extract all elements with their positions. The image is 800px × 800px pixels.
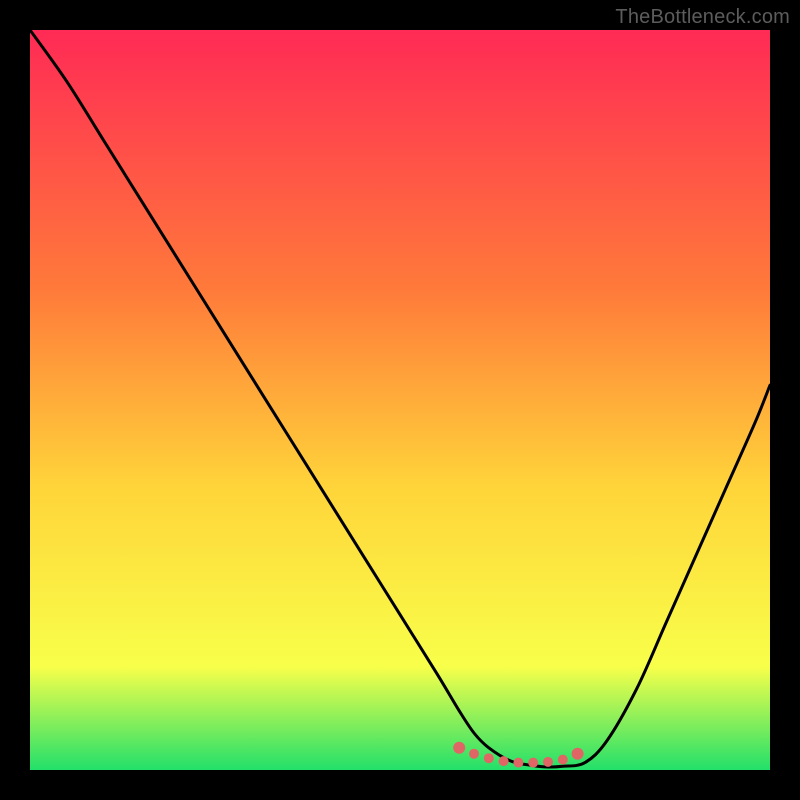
optimal-marker bbox=[543, 757, 553, 767]
gradient-bg bbox=[30, 30, 770, 770]
optimal-marker bbox=[528, 758, 538, 768]
optimal-marker bbox=[572, 748, 584, 760]
watermark-text: TheBottleneck.com bbox=[615, 6, 790, 29]
optimal-marker bbox=[499, 756, 509, 766]
optimal-marker bbox=[558, 755, 568, 765]
plot-svg bbox=[30, 30, 770, 770]
optimal-marker bbox=[453, 742, 465, 754]
optimal-marker bbox=[513, 758, 523, 768]
optimal-marker bbox=[469, 749, 479, 759]
bottleneck-plot bbox=[30, 30, 770, 770]
app-frame: TheBottleneck.com bbox=[0, 0, 800, 800]
optimal-marker bbox=[484, 753, 494, 763]
